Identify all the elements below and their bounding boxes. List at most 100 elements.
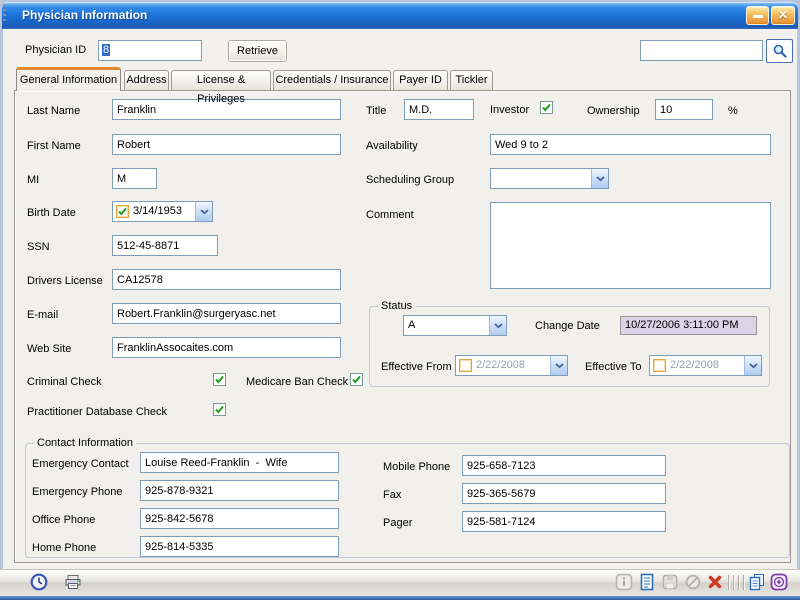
physician-id-input[interactable]: 8: [98, 40, 202, 61]
ownership-label: Ownership: [587, 105, 640, 118]
minimize-icon: [753, 15, 763, 18]
print-button[interactable]: [64, 573, 82, 591]
check-icon: [541, 102, 552, 113]
mobile-phone-input[interactable]: [462, 455, 666, 476]
ssn-input[interactable]: [112, 235, 218, 256]
print-icon: [64, 573, 82, 591]
comment-label: Comment: [366, 209, 414, 222]
status-value: A: [404, 316, 489, 335]
investor-label: Investor: [490, 104, 529, 117]
cancel-button[interactable]: [684, 573, 702, 591]
ssn-label: SSN: [27, 241, 50, 254]
tab-credentials-insurance[interactable]: Credentials / Insurance: [273, 70, 391, 90]
effective-from-dropdown-button[interactable]: [550, 356, 567, 375]
email-input[interactable]: [112, 303, 341, 324]
fax-input[interactable]: [462, 483, 666, 504]
new-document-button[interactable]: [638, 573, 656, 591]
practitioner-db-check-label: Practitioner Database Check: [27, 406, 167, 419]
close-icon: ✕: [772, 8, 794, 22]
window-bottom-border: [0, 596, 800, 600]
comment-textarea[interactable]: [490, 202, 771, 289]
window-title: Physician Information: [22, 8, 147, 22]
office-phone-input[interactable]: [140, 508, 339, 529]
scheduling-group-select[interactable]: [490, 168, 609, 189]
add-record-icon: [770, 573, 788, 591]
availability-input[interactable]: [490, 134, 771, 155]
ownership-input[interactable]: [655, 99, 713, 120]
emergency-contact-input[interactable]: [140, 452, 339, 473]
office-phone-label: Office Phone: [32, 514, 95, 527]
copy-icon: [748, 573, 766, 591]
medicare-ban-checkbox[interactable]: [350, 373, 363, 386]
criminal-check-checkbox[interactable]: [213, 373, 226, 386]
toolbar-grip[interactable]: [3, 4, 6, 23]
tab-license-privileges[interactable]: License & Privileges: [171, 70, 271, 90]
effective-to-dropdown-button[interactable]: [744, 356, 761, 375]
pager-input[interactable]: [462, 511, 666, 532]
scheduling-group-dropdown-button[interactable]: [591, 169, 608, 188]
minimize-button[interactable]: [746, 6, 769, 25]
chevron-down-icon: [200, 209, 209, 215]
drivers-license-input[interactable]: [112, 269, 341, 290]
mi-input[interactable]: [112, 168, 157, 189]
copy-button[interactable]: [748, 573, 766, 591]
ownership-unit-label: %: [728, 105, 738, 118]
status-select[interactable]: A: [403, 315, 507, 336]
check-icon: [214, 404, 225, 415]
effective-to-checkbox[interactable]: [653, 359, 666, 372]
birth-date-checkbox[interactable]: [116, 205, 129, 218]
home-phone-input[interactable]: [140, 536, 339, 557]
delete-button[interactable]: [706, 573, 724, 591]
birth-date-picker[interactable]: 3/14/1953: [112, 201, 213, 222]
chevron-down-icon: [749, 363, 758, 369]
check-icon: [117, 206, 128, 217]
effective-from-picker[interactable]: 2/22/2008: [455, 355, 568, 376]
practitioner-db-checkbox[interactable]: [213, 403, 226, 416]
search-input[interactable]: [640, 40, 763, 61]
physician-information-window: Physician Information ✕ Physician ID 8 R…: [0, 0, 800, 600]
effective-from-checkbox[interactable]: [459, 359, 472, 372]
investor-checkbox[interactable]: [540, 101, 553, 114]
criminal-check-label: Criminal Check: [27, 376, 102, 389]
pager-label: Pager: [383, 517, 412, 530]
birth-date-dropdown-button[interactable]: [195, 202, 212, 221]
effective-to-value: 2/22/2008: [666, 356, 744, 375]
new-document-icon: [638, 573, 656, 591]
medicare-ban-check-label: Medicare Ban Check: [246, 376, 348, 389]
web-site-label: Web Site: [27, 343, 71, 356]
info-button[interactable]: [615, 573, 633, 591]
save-button[interactable]: [661, 573, 679, 591]
effective-to-picker[interactable]: 2/22/2008: [649, 355, 762, 376]
toolbar-separator: [738, 575, 739, 590]
emergency-phone-input[interactable]: [140, 480, 339, 501]
titlebar: Physician Information ✕: [2, 2, 798, 29]
chevron-down-icon: [494, 323, 503, 329]
title-input[interactable]: [404, 99, 474, 120]
toolbar-separator: [733, 575, 734, 590]
contact-group-legend: Contact Information: [34, 437, 136, 449]
search-button[interactable]: [766, 39, 793, 63]
close-button[interactable]: ✕: [771, 6, 795, 25]
tab-tickler[interactable]: Tickler: [450, 70, 493, 90]
title-label: Title: [366, 105, 386, 118]
chevron-down-icon: [555, 363, 564, 369]
add-record-button[interactable]: [770, 573, 788, 591]
availability-label: Availability: [366, 140, 418, 153]
scheduling-group-label: Scheduling Group: [366, 174, 454, 187]
clock-button[interactable]: [30, 573, 48, 591]
toolbar: [0, 569, 800, 596]
tab-address[interactable]: Address: [124, 70, 169, 90]
retrieve-button[interactable]: Retrieve: [228, 40, 287, 62]
web-site-input[interactable]: [112, 337, 341, 358]
tab-payer-id[interactable]: Payer ID: [393, 70, 448, 90]
emergency-phone-label: Emergency Phone: [32, 486, 123, 499]
emergency-contact-label: Emergency Contact: [32, 458, 129, 471]
status-dropdown-button[interactable]: [489, 316, 506, 335]
change-date-value: 10/27/2006 3:11:00 PM: [620, 316, 757, 335]
email-label: E-mail: [27, 309, 58, 322]
info-icon: [615, 573, 633, 591]
first-name-input[interactable]: [112, 134, 341, 155]
tab-general-information[interactable]: General Information: [16, 67, 121, 91]
physician-id-value: 8: [102, 44, 110, 56]
save-icon: [661, 573, 679, 591]
